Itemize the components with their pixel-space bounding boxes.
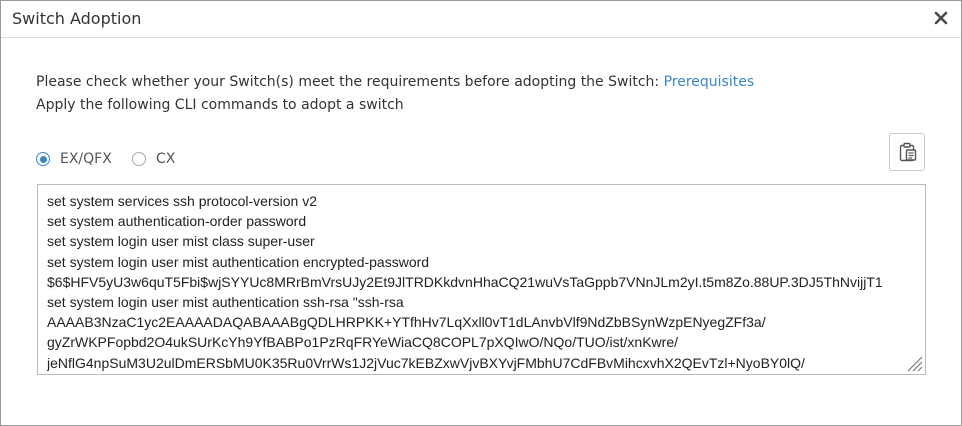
switch-adoption-dialog: Switch Adoption Please check whether you… [0, 0, 962, 426]
close-icon[interactable] [933, 10, 949, 26]
cli-line: set system services ssh protocol-version… [47, 193, 317, 209]
radio-cx-button[interactable] [132, 152, 146, 166]
dialog-header: Switch Adoption [1, 1, 961, 38]
clipboard-icon [899, 142, 917, 162]
radio-ex-qfx-button[interactable] [36, 152, 50, 166]
cli-line: set system login user mist class super-u… [47, 233, 315, 250]
cli-line: $6$HFV5yU3w6quT5Fbi$wjSYYUc8MRrBmVrsUJy2… [47, 273, 883, 290]
radio-cx-label[interactable]: CX [156, 151, 175, 167]
apply-commands-text: Apply the following CLI commands to adop… [36, 97, 404, 113]
cli-commands-text: set system services ssh protocol-version… [47, 191, 919, 373]
cli-line: set system login user mist authenticatio… [47, 253, 430, 270]
prerequisites-link[interactable]: Prerequisites [664, 74, 755, 90]
copy-to-clipboard-button[interactable] [889, 133, 925, 171]
resize-handle-icon[interactable] [905, 354, 923, 372]
requirements-message: Please check whether your Switch(s) meet… [36, 74, 754, 90]
radio-ex-qfx-label[interactable]: EX/QFX [60, 151, 112, 167]
dialog-title: Switch Adoption [12, 9, 142, 28]
cli-line: jeNflG4npSuM3U2ulDmERSbMU0K35Ru0VrrWs1J2… [47, 354, 805, 371]
cli-line: gyZrWKPFopbd2O4ukSUrKcYh9YfBABPo1PzRqFRY… [47, 334, 679, 351]
cli-line: set system authentication-order password [47, 213, 307, 230]
cli-line: AAAAB3NzaC1yc2EAAAADAQABAAABgQDLHRPKK+YT… [47, 314, 766, 331]
cli-commands-textarea[interactable]: set system services ssh protocol-version… [37, 184, 926, 375]
requirements-text: Please check whether your Switch(s) meet… [36, 74, 664, 90]
cli-line: set system login user mist authenticatio… [47, 294, 404, 311]
